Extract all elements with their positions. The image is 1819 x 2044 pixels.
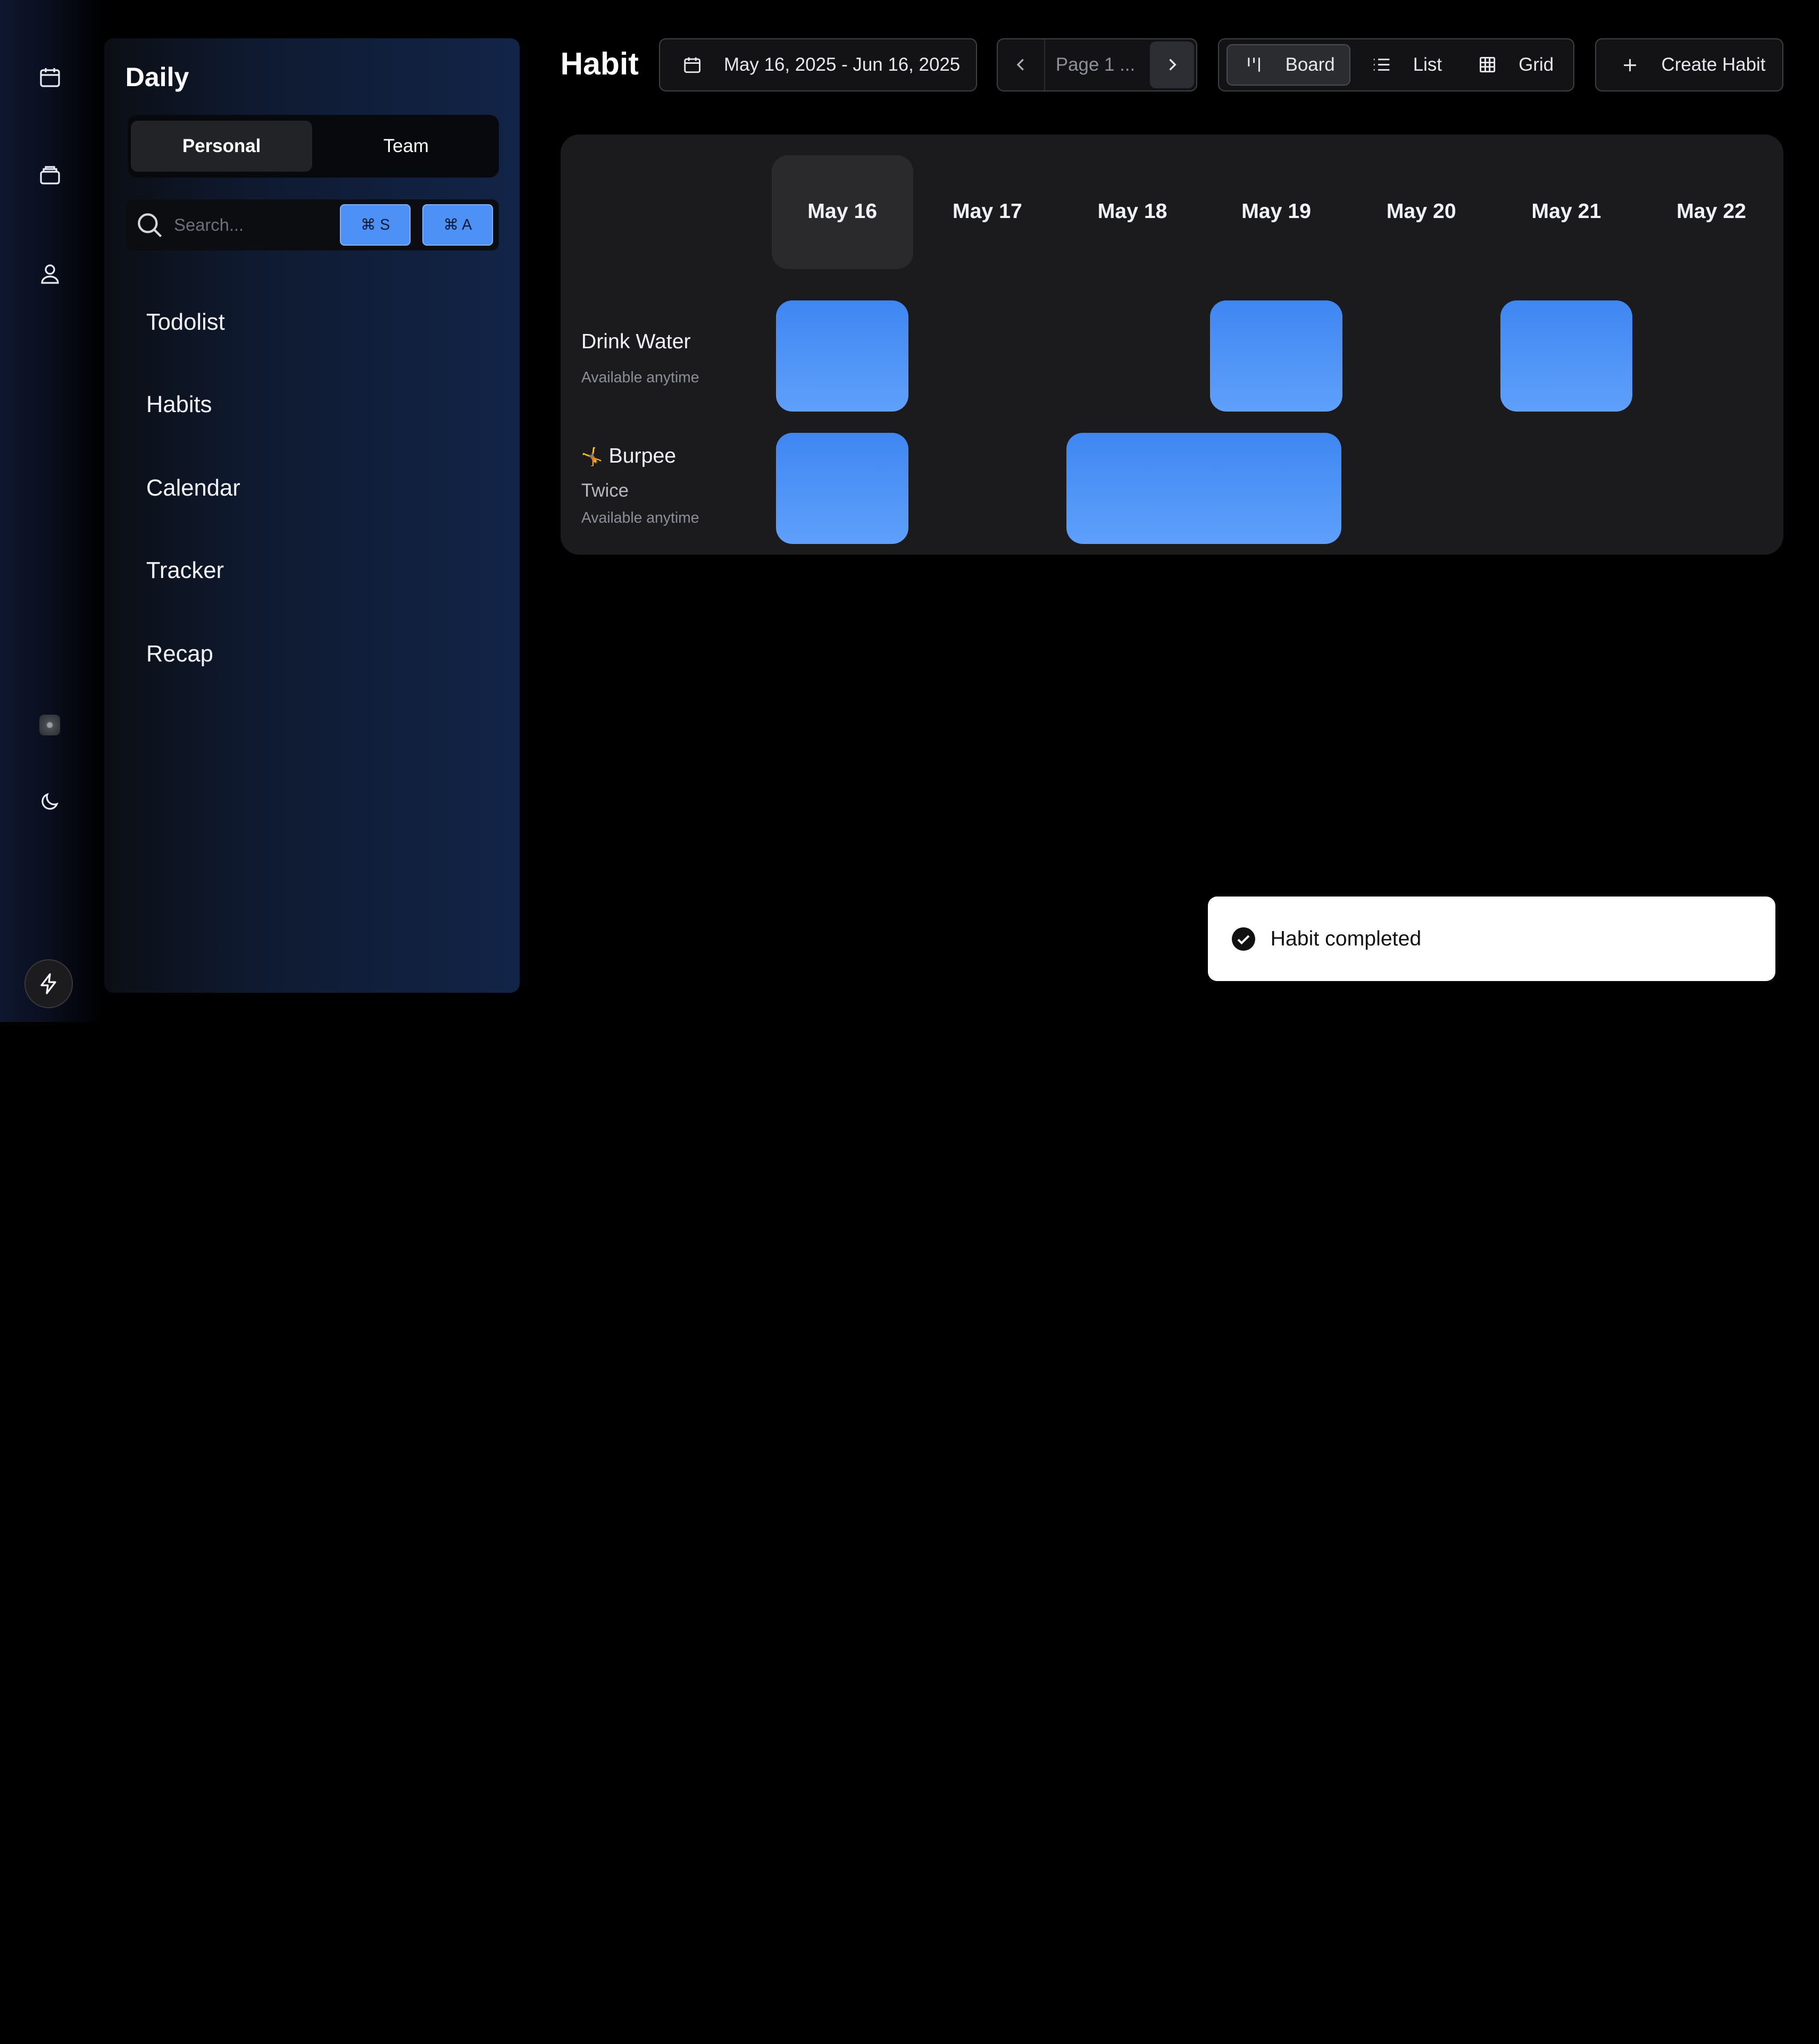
- view-grid-button[interactable]: Grid: [1477, 44, 1554, 86]
- habit-frequency: Twice: [581, 480, 629, 501]
- moon-icon[interactable]: [34, 785, 66, 818]
- user-icon[interactable]: [34, 257, 66, 290]
- page-title: Habit: [560, 47, 639, 82]
- icon-rail: [0, 0, 105, 1022]
- inbox-icon[interactable]: [34, 159, 66, 191]
- bolt-icon: [40, 973, 56, 994]
- day-header[interactable]: May 19: [1204, 199, 1348, 223]
- habit-cell-completed[interactable]: [1066, 432, 1341, 544]
- plus-icon: [1624, 58, 1637, 71]
- day-header[interactable]: May 18: [1061, 199, 1204, 223]
- habit-name[interactable]: Drink Water: [581, 330, 691, 354]
- pagination: Page 1 ...: [996, 38, 1198, 92]
- habit-availability: Available anytime: [581, 509, 699, 526]
- toast-notification: Habit completed: [1207, 897, 1775, 982]
- day-header[interactable]: May 21: [1495, 199, 1638, 223]
- sidebar-title: Daily: [125, 62, 189, 92]
- page-label: Page 1 ...: [1055, 54, 1136, 76]
- list-icon: [1374, 58, 1390, 71]
- board-icon: [1248, 57, 1260, 72]
- habit-cell-completed[interactable]: [776, 300, 909, 412]
- chevron-left-icon: [1016, 58, 1024, 71]
- habit-cell-completed[interactable]: [1210, 300, 1342, 412]
- habit-emoji: 🤸: [581, 447, 603, 467]
- day-header[interactable]: May 20: [1349, 199, 1493, 223]
- nav-item-recap[interactable]: Recap: [146, 641, 213, 667]
- next-page-button[interactable]: [1149, 41, 1194, 88]
- view-list-button[interactable]: List: [1371, 44, 1442, 86]
- create-habit-label: Create Habit: [1661, 54, 1766, 76]
- habit-name-row[interactable]: 🤸 Burpee: [581, 444, 676, 468]
- calendar-icon[interactable]: [34, 62, 66, 94]
- habit-cell-completed[interactable]: [776, 432, 909, 544]
- habit-cell-completed[interactable]: [1500, 300, 1633, 412]
- shortcut-s-button[interactable]: ⌘ S: [340, 204, 411, 246]
- create-habit-button[interactable]: Create Habit: [1595, 38, 1783, 92]
- view-board-button[interactable]: Board: [1226, 44, 1350, 86]
- avatar[interactable]: [39, 714, 61, 735]
- sidebar: Daily Personal Team ⌘ S ⌘ A Todolist Hab…: [104, 38, 520, 993]
- habit-availability: Available anytime: [581, 368, 699, 386]
- shortcut-a-button[interactable]: ⌘ A: [422, 204, 494, 246]
- nav-item-calendar[interactable]: Calendar: [146, 475, 240, 501]
- nav-item-todolist[interactable]: Todolist: [146, 309, 225, 336]
- day-header[interactable]: May 17: [915, 199, 1059, 223]
- grid-icon: [1479, 57, 1495, 73]
- toast-message: Habit completed: [1270, 927, 1422, 951]
- workspace-tabs: Personal Team: [127, 114, 499, 178]
- search-bar: ⌘ S ⌘ A: [125, 199, 499, 251]
- day-header[interactable]: May 16: [770, 199, 914, 223]
- date-range-button[interactable]: May 16, 2025 - Jun 16, 2025: [659, 38, 977, 92]
- view-switcher: Board List Grid: [1218, 38, 1575, 92]
- calendar-icon: [684, 57, 701, 73]
- bolt-button[interactable]: [24, 959, 73, 1008]
- search-icon: [138, 213, 162, 237]
- check-circle-icon: [1232, 927, 1256, 951]
- nav-item-tracker[interactable]: Tracker: [146, 558, 224, 584]
- prev-page-button[interactable]: [998, 39, 1046, 90]
- tab-personal[interactable]: Personal: [131, 120, 312, 172]
- habit-name: Burpee: [608, 444, 677, 468]
- tab-team[interactable]: Team: [317, 121, 496, 172]
- chevron-right-icon: [1169, 58, 1176, 71]
- date-range-label: May 16, 2025 - Jun 16, 2025: [723, 54, 961, 76]
- view-list-label: List: [1413, 54, 1442, 75]
- search-input[interactable]: [174, 208, 331, 241]
- view-board-label: Board: [1285, 54, 1335, 75]
- app-window: Daily Personal Team ⌘ S ⌘ A Todolist Hab…: [0, 0, 1819, 1022]
- nav-item-habits[interactable]: Habits: [146, 392, 212, 418]
- day-header[interactable]: May 22: [1639, 199, 1783, 223]
- view-grid-label: Grid: [1518, 54, 1554, 75]
